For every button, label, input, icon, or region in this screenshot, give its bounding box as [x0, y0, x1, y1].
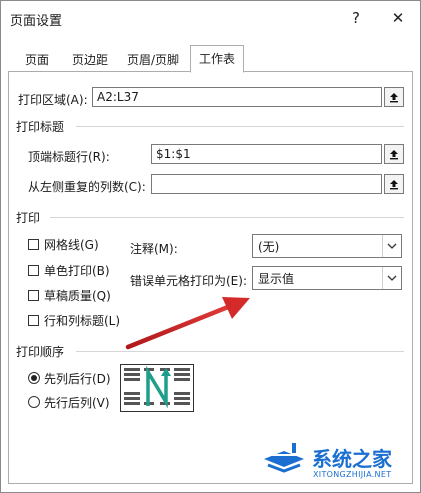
tab-page[interactable]: 页面 — [16, 49, 58, 71]
print-area-label: 打印区域(A): — [18, 93, 88, 107]
row-col-headings-label[interactable]: 行和列标题(L) — [44, 312, 120, 329]
help-button[interactable]: ? — [339, 4, 373, 32]
collapse-dialog-icon — [390, 150, 398, 160]
watermark-domain: XITONGZHIJIA.NET — [313, 470, 392, 479]
down-then-over-label[interactable]: 先列后行(D) — [44, 370, 111, 387]
print-area-collapse-button[interactable] — [384, 87, 404, 107]
chevron-down-icon — [382, 235, 401, 257]
comments-label: 注释(M): — [130, 242, 178, 256]
title-columns-input[interactable] — [151, 174, 382, 194]
cell-errors-select[interactable]: 显示值 — [252, 266, 402, 290]
down-then-over-radio[interactable] — [28, 372, 40, 384]
dialog-title: 页面设置 — [10, 14, 63, 29]
title-rows-input[interactable]: $1:$1 — [151, 144, 382, 164]
collapse-dialog-icon — [390, 93, 398, 103]
gridlines-checkbox[interactable] — [28, 239, 39, 250]
annotation-arrow — [125, 297, 250, 350]
row-col-headings-checkbox[interactable] — [28, 315, 39, 326]
tab-header-footer[interactable]: 页眉/页脚 — [120, 49, 186, 71]
close-button[interactable]: ✕ — [381, 4, 415, 32]
collapse-dialog-icon — [390, 180, 398, 190]
title-columns-collapse-button[interactable] — [384, 174, 404, 194]
print-titles-divider — [76, 126, 404, 127]
title-rows-collapse-button[interactable] — [384, 144, 404, 164]
draft-checkbox[interactable] — [28, 290, 39, 301]
mono-checkbox[interactable] — [28, 265, 39, 276]
page-order-preview-icon — [120, 364, 194, 412]
print-titles-heading: 打印标题 — [16, 120, 65, 134]
tab-margins[interactable]: 页边距 — [64, 49, 116, 71]
comments-select[interactable]: (无) — [252, 234, 402, 258]
title-rows-label: 顶端标题行(R): — [28, 150, 110, 164]
page-order-divider — [76, 351, 404, 352]
print-divider — [50, 217, 404, 218]
comments-value: (无) — [258, 240, 280, 254]
chevron-down-icon — [382, 267, 401, 289]
title-columns-label: 从左侧重复的列数(C): — [28, 180, 146, 194]
over-then-down-label[interactable]: 先行后列(V) — [44, 394, 110, 411]
page-order-heading: 打印顺序 — [16, 345, 65, 359]
print-area-input[interactable]: A2:L37 — [92, 87, 382, 107]
gridlines-label[interactable]: 网格线(G) — [44, 236, 99, 253]
print-heading: 打印 — [16, 211, 41, 225]
tab-sheet[interactable]: 工作表 — [190, 45, 244, 73]
mono-label[interactable]: 单色打印(B) — [44, 262, 110, 279]
draft-label[interactable]: 草稿质量(Q) — [44, 287, 111, 304]
cell-errors-value: 显示值 — [258, 272, 295, 286]
over-then-down-radio[interactable] — [28, 396, 40, 408]
watermark-brand: 系统之家 — [312, 447, 392, 471]
watermark-logo-icon — [264, 443, 304, 473]
